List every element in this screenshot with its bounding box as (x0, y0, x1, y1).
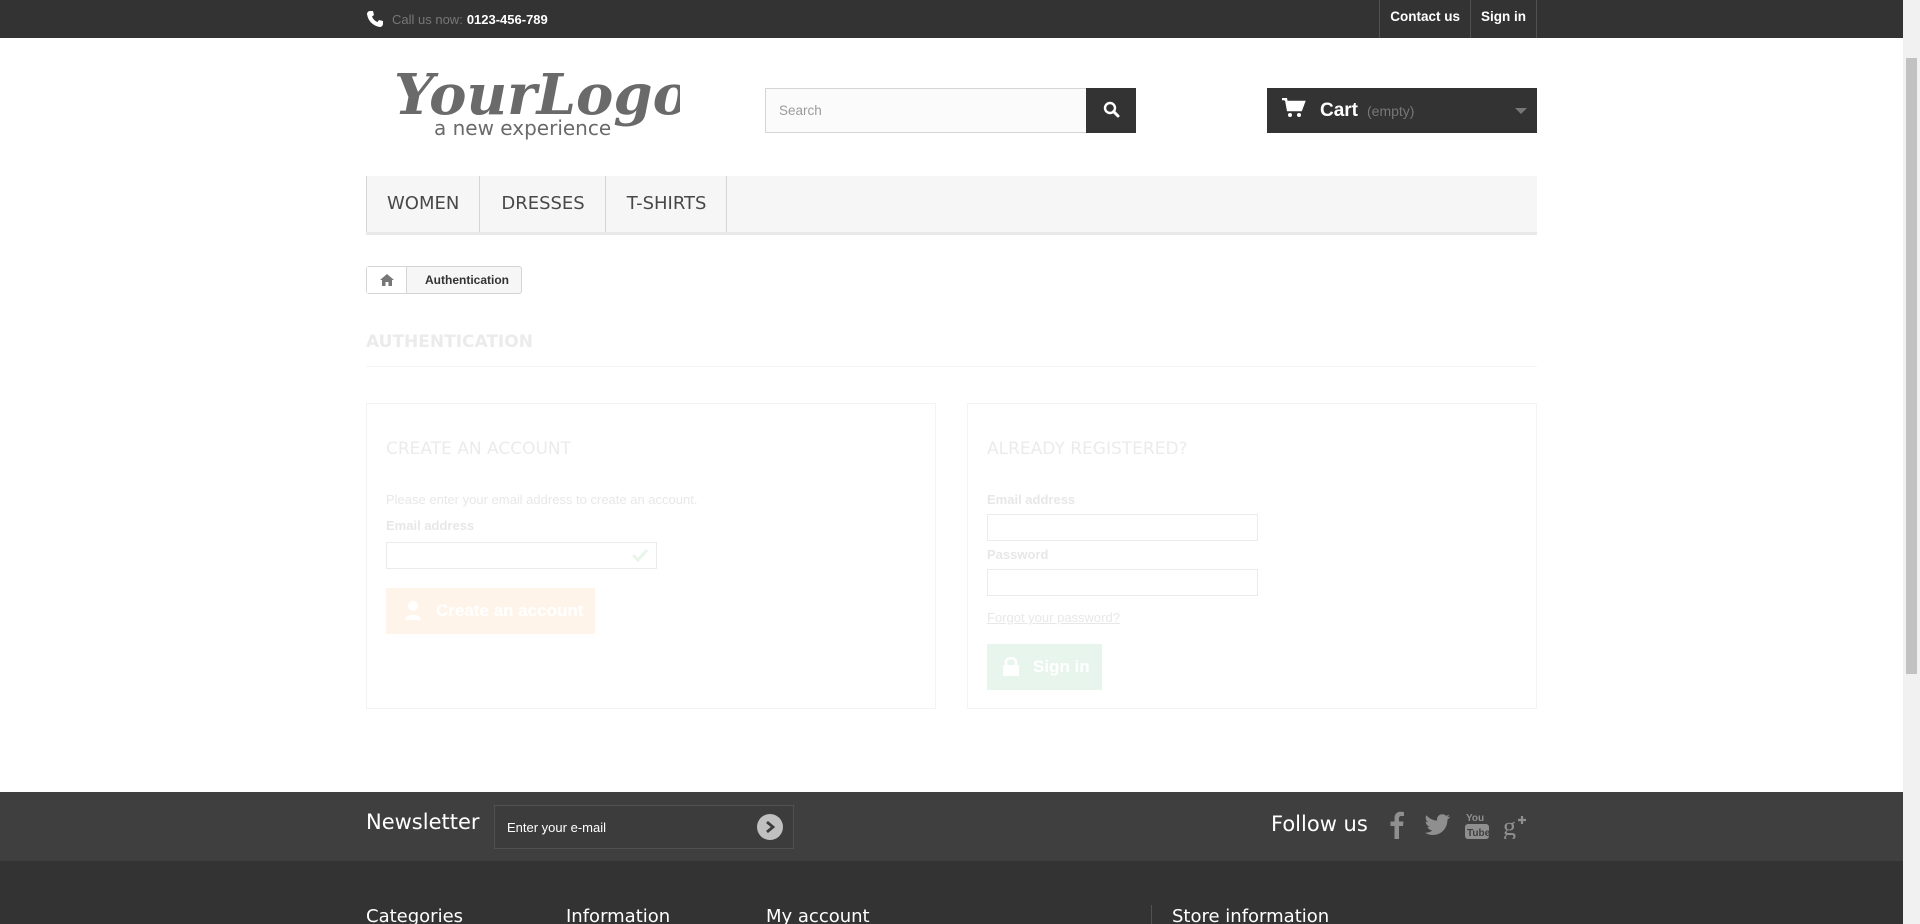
breadcrumb: Authentication (366, 266, 522, 294)
footer-store-information-title: Store information (1172, 906, 1330, 924)
create-account-title: CREATE AN ACCOUNT (386, 439, 572, 459)
check-icon (631, 548, 649, 567)
footer-main (0, 861, 1903, 924)
svg-text:You: You (1466, 813, 1484, 824)
facebook-icon[interactable] (1382, 808, 1412, 842)
create-email-label: Email address (386, 518, 475, 533)
breadcrumb-current: Authentication (425, 273, 509, 287)
google-plus-icon[interactable]: g (1502, 808, 1532, 842)
youtube-icon[interactable]: You Tube (1462, 808, 1492, 842)
page: Call us now: 0123-456-789 Contact us Sig… (0, 0, 1920, 924)
cart-button[interactable]: Cart (empty) (1267, 88, 1537, 133)
svg-text:Tube: Tube (1467, 828, 1490, 839)
newsletter-title: Newsletter (366, 810, 480, 834)
contact-us-link[interactable]: Contact us (1379, 0, 1470, 38)
logo[interactable]: YourLogo a new experience (390, 58, 690, 148)
menu-item-t-shirts[interactable]: T-SHIRTS (606, 176, 728, 232)
top-links: Contact us Sign in (1379, 0, 1537, 38)
search-button[interactable] (1086, 88, 1136, 133)
create-email-field[interactable] (386, 542, 657, 569)
forgot-password-link[interactable]: Forgot your password? (987, 610, 1120, 625)
create-account-hint: Please enter your email address to creat… (386, 492, 698, 507)
follow-us-title: Follow us (1271, 812, 1368, 836)
menu-item-women[interactable]: WOMEN (366, 176, 481, 232)
chevron-down-icon (1515, 108, 1527, 114)
newsletter-email-input[interactable] (495, 806, 757, 848)
footer-information-title[interactable]: Information (566, 906, 670, 924)
footer-my-account-title[interactable]: My account (766, 906, 870, 924)
lock-icon (1003, 656, 1019, 681)
social-links: You Tube g (1382, 808, 1532, 842)
footer-divider (1151, 905, 1152, 924)
sign-in-button[interactable]: Sign in (987, 644, 1102, 690)
phone-info: Call us now: 0123-456-789 (366, 6, 548, 32)
create-account-button[interactable]: Create an account (386, 588, 595, 634)
login-email-label: Email address (987, 492, 1076, 507)
create-account-label: Create an account (436, 601, 584, 620)
login-password-label: Password (987, 547, 1049, 562)
search-icon (1103, 101, 1120, 121)
phone-number: 0123-456-789 (466, 11, 548, 27)
user-icon (404, 600, 422, 625)
twitter-icon[interactable] (1422, 808, 1452, 842)
scrollbar[interactable] (1903, 0, 1920, 924)
page-title: AUTHENTICATION (366, 332, 1537, 367)
menu-item-dresses[interactable]: DRESSES (480, 176, 606, 232)
login-title: ALREADY REGISTERED? (987, 439, 1188, 459)
svg-text:g: g (1503, 812, 1516, 839)
newsletter-submit-button[interactable] (757, 814, 783, 840)
login-password-field[interactable] (987, 569, 1258, 596)
newsletter-bar (0, 792, 1903, 861)
cart-label: Cart (1320, 99, 1359, 121)
sign-in-label: Sign in (1033, 657, 1090, 676)
footer-categories-title[interactable]: Categories (366, 906, 463, 924)
create-account-form: CREATE AN ACCOUNT Please enter your emai… (366, 403, 936, 709)
login-email-field[interactable] (987, 514, 1258, 541)
search-input[interactable] (765, 88, 1086, 133)
main-menu: WOMEN DRESSES T-SHIRTS (366, 176, 1537, 235)
login-form: ALREADY REGISTERED? Email address Passwo… (967, 403, 1537, 709)
home-icon[interactable] (367, 267, 407, 293)
phone-icon (366, 10, 384, 28)
cart-icon (1282, 97, 1306, 123)
cart-status: (empty) (1367, 102, 1415, 119)
newsletter-form (494, 805, 794, 849)
logo-tagline: a new experience (434, 116, 611, 140)
search-form (765, 88, 1136, 133)
scrollbar-thumb[interactable] (1906, 58, 1917, 674)
top-bar: Call us now: 0123-456-789 Contact us Sig… (0, 0, 1903, 38)
sign-in-link[interactable]: Sign in (1470, 0, 1537, 38)
call-label: Call us now: (392, 11, 463, 27)
chevron-right-icon (766, 821, 776, 833)
